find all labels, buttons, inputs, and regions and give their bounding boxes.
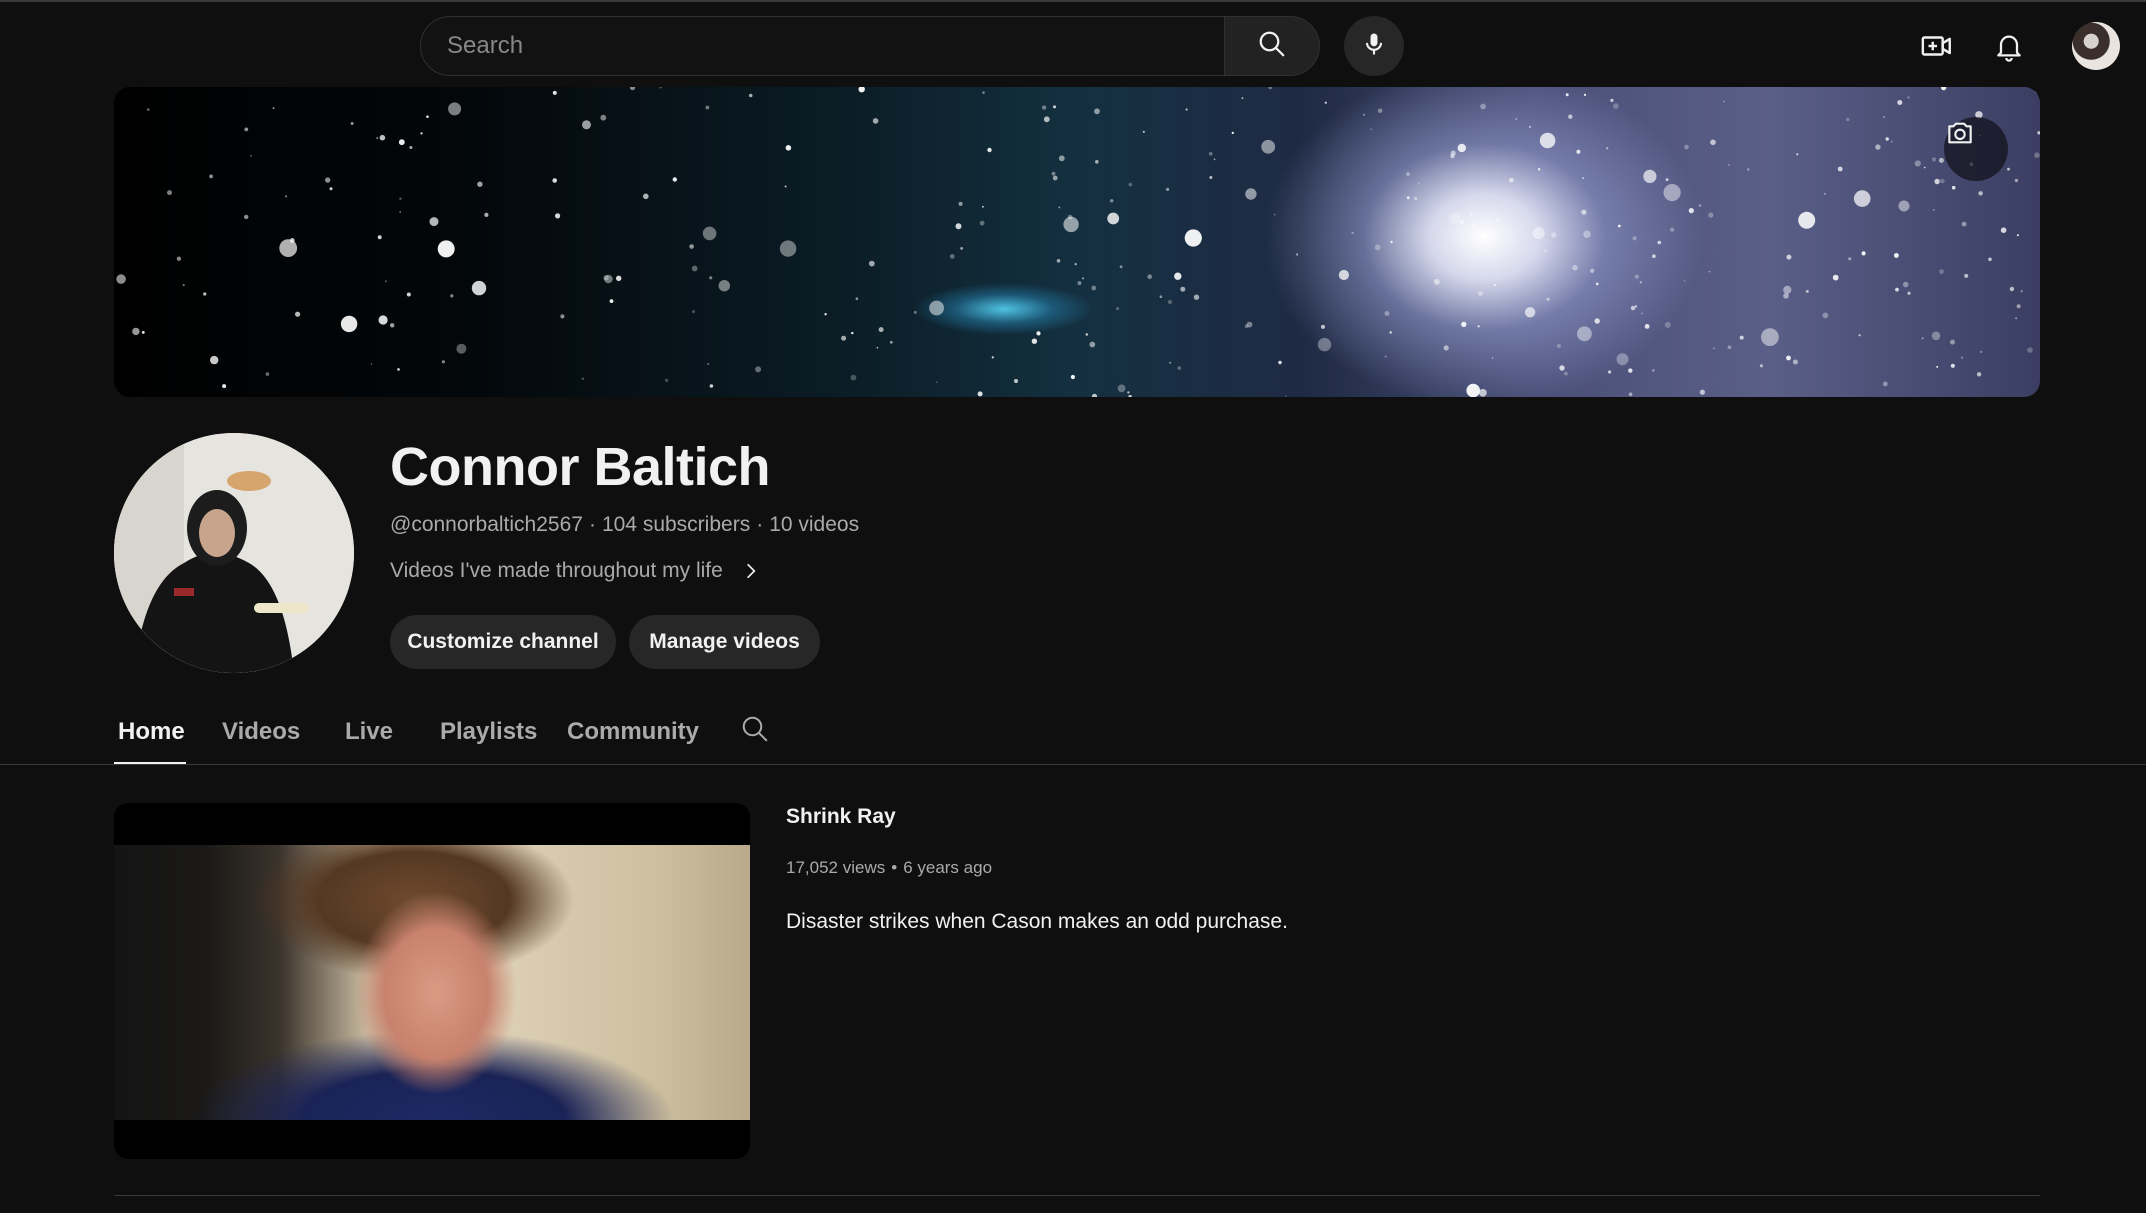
channel-avatar[interactable]: [114, 433, 354, 673]
tab-community[interactable]: Community: [567, 718, 699, 746]
subscriber-count: 104 subscribers: [601, 513, 751, 536]
search-box[interactable]: [420, 16, 1226, 76]
view-count: 17,052 views: [786, 858, 886, 877]
banner-camera-button[interactable]: [1944, 117, 2008, 181]
channel-name: Connor Baltich: [390, 437, 771, 497]
search-icon: [1257, 29, 1287, 64]
manage-videos-button[interactable]: Manage videos: [629, 615, 820, 669]
channel-search-icon[interactable]: [740, 714, 776, 750]
meta-separator: ·: [588, 513, 596, 536]
featured-video-thumbnail[interactable]: [114, 803, 750, 1159]
channel-description-link[interactable]: Videos I've made throughout my life: [390, 559, 761, 583]
featured-video-meta: 17,052 views • 6 years ago: [786, 858, 992, 878]
channel-handle: @connorbaltich2567: [390, 513, 583, 536]
tab-videos[interactable]: Videos: [222, 718, 300, 746]
featured-video-title[interactable]: Shrink Ray: [786, 805, 896, 829]
channel-description: Videos I've made throughout my life: [390, 559, 723, 582]
account-avatar[interactable]: [2072, 22, 2120, 70]
channel-meta: @connorbaltich2567 · 104 subscribers · 10 vi…: [390, 513, 859, 537]
microphone-icon: [1360, 30, 1388, 63]
search-button[interactable]: [1224, 16, 1320, 76]
meta-separator: ·: [756, 513, 764, 536]
voice-search-button[interactable]: [1344, 16, 1404, 76]
meta-dot: •: [891, 858, 898, 877]
notifications-bell-icon[interactable]: [1987, 24, 2031, 68]
masthead: [0, 2, 2146, 86]
channel-banner: [114, 87, 2040, 397]
search-input[interactable]: [445, 31, 1225, 61]
channel-avatar-photo: [114, 433, 354, 673]
chevron-right-icon: [741, 561, 761, 581]
video-count: 10 videos: [769, 513, 860, 536]
featured-video-description: Disaster strikes when Cason makes an odd…: [786, 910, 1288, 933]
tab-live[interactable]: Live: [345, 718, 393, 746]
banner-starfield: [116, 87, 2040, 397]
section-divider: [114, 1195, 2040, 1196]
tab-playlists[interactable]: Playlists: [440, 718, 537, 746]
upload-age: 6 years ago: [903, 858, 993, 877]
video-frame-image: [114, 845, 750, 1120]
customize-channel-button[interactable]: Customize channel: [390, 615, 616, 669]
tabs-divider: [0, 764, 2146, 765]
create-video-icon[interactable]: [1915, 24, 1959, 68]
tab-home[interactable]: Home: [118, 718, 185, 746]
